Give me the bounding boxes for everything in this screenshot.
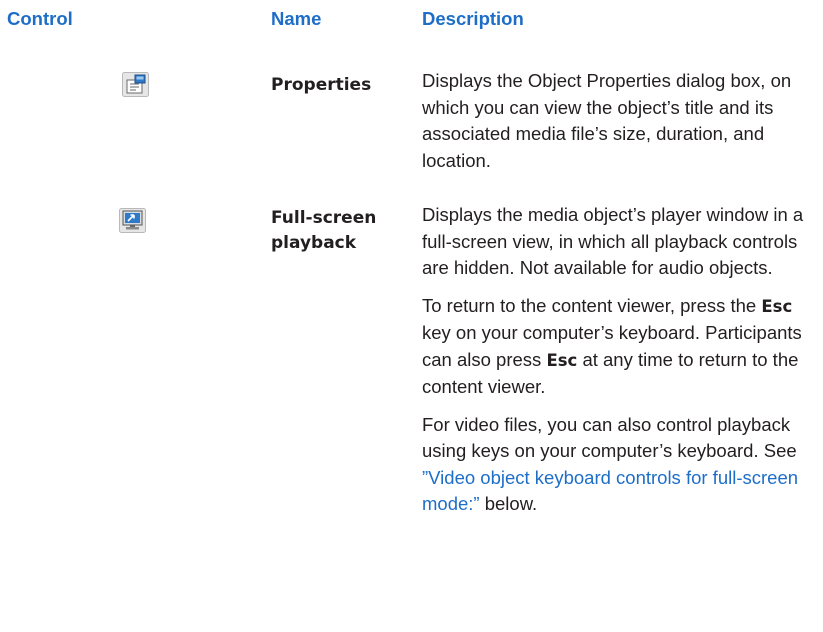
- row-description-full-screen-playback: Displays the media object’s player windo…: [422, 202, 822, 518]
- description-paragraph: For video files, you can also control pl…: [422, 413, 799, 515]
- column-header-description: Description: [422, 8, 524, 29]
- description-paragraph: To return to the content viewer, press t…: [422, 294, 802, 398]
- row-name-properties: Properties: [271, 75, 372, 95]
- key-label: Esc: [546, 350, 578, 370]
- properties-icon: [122, 72, 150, 98]
- row-description-properties: Displays the Object Properties dialog bo…: [422, 70, 792, 171]
- description-paragraph: Displays the media object’s player windo…: [422, 204, 804, 278]
- full-screen-playback-icon: [119, 208, 147, 234]
- key-label: Esc: [761, 296, 793, 316]
- column-header-control: Control: [7, 8, 73, 29]
- keyboard-controls-link[interactable]: ”Video object keyboard controls for full…: [422, 467, 798, 515]
- row-name-full-screen-playback: Full-screen playback: [271, 208, 377, 253]
- column-header-name: Name: [271, 8, 322, 29]
